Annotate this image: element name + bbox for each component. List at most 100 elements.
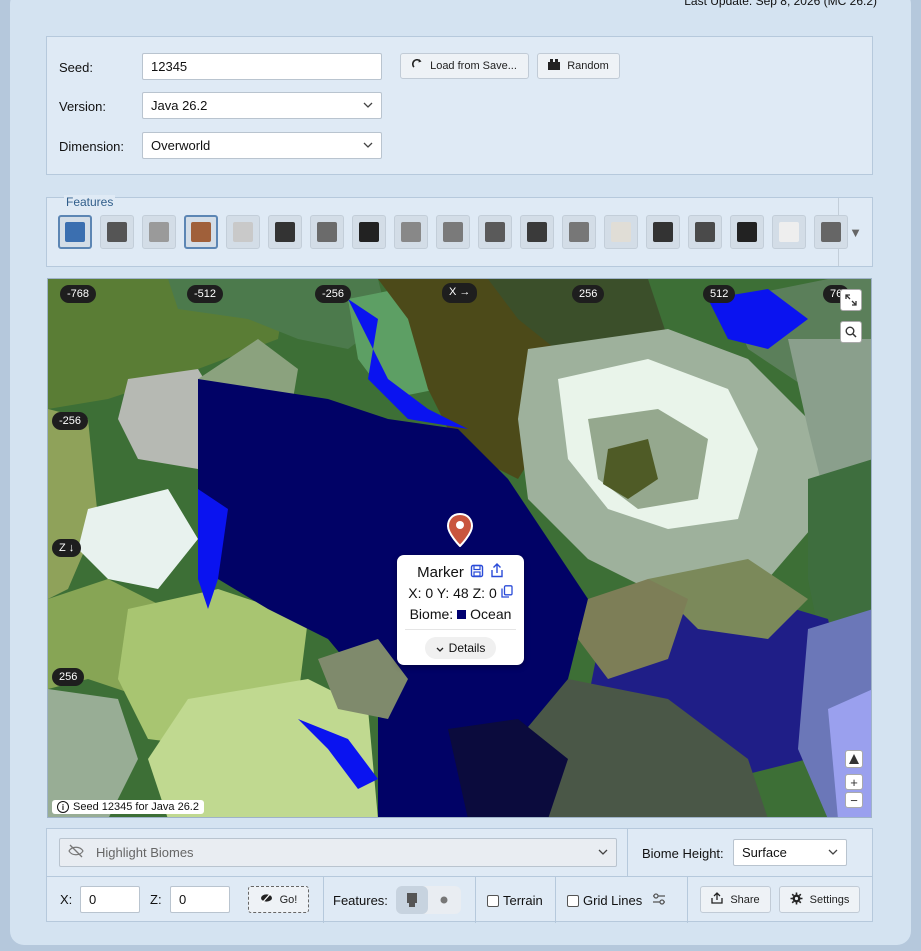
highlight-biomes-placeholder: Highlight Biomes [96, 845, 194, 860]
grid-lines-checkbox[interactable]: Grid Lines [567, 893, 666, 908]
gear-icon [790, 892, 803, 908]
biome-height-select[interactable]: Surface [733, 839, 847, 866]
load-from-save-button[interactable]: Load from Save... [400, 53, 529, 79]
version-label: Version: [59, 99, 106, 114]
popup-biome-label: Biome: [409, 606, 454, 622]
info-icon: i [57, 801, 69, 813]
vortex-feature-icon[interactable] [520, 215, 554, 249]
chevron-down-icon [363, 100, 373, 111]
popup-biome-value: Ocean [470, 606, 512, 622]
villager-feature-icon[interactable] [184, 215, 218, 249]
z-axis-label: Z ↓ [52, 539, 82, 557]
sliders-icon[interactable] [652, 893, 666, 908]
orb-feature-icon-glyph [779, 222, 799, 242]
ruin-feature-icon[interactable] [814, 215, 848, 249]
cobble-feature-icon[interactable] [562, 215, 596, 249]
map-marker-pin-icon[interactable] [446, 512, 474, 550]
x-tick-label: 512 [703, 285, 736, 303]
seed-label: Seed: [59, 60, 93, 75]
chevron-down-icon [363, 140, 373, 151]
chest-feature-icon[interactable] [688, 215, 722, 249]
rail-feature-icon[interactable] [478, 215, 512, 249]
fullscreen-icon[interactable] [840, 289, 862, 311]
seed-caption-text: Seed 12345 for Java 26.2 [73, 801, 199, 813]
zoom-out-button[interactable]: − [845, 792, 863, 808]
z-coordinate-label: Z: [150, 892, 162, 907]
features-display-toggle [396, 886, 461, 914]
monument-feature-icon-glyph [443, 222, 463, 242]
seed-input[interactable]: 12345 [142, 53, 382, 80]
orb-feature-icon[interactable] [772, 215, 806, 249]
ring-feature-icon-glyph [107, 222, 127, 242]
z-tick-label: 256 [52, 668, 85, 686]
biome-map[interactable]: -768 -512 -256 X → 256 512 76 -256 Z ↓ 2… [47, 278, 872, 818]
dimension-select[interactable]: Overworld [142, 132, 382, 159]
z-coordinate-input[interactable]: 0 [170, 886, 230, 913]
monument-feature-icon[interactable] [436, 215, 470, 249]
bottle-feature-icon[interactable] [226, 215, 260, 249]
temple-feature-icon[interactable] [352, 215, 386, 249]
fossil-feature-icon[interactable] [604, 215, 638, 249]
terrain-checkbox-box[interactable] [487, 894, 499, 907]
map-feature-icon[interactable] [58, 215, 92, 249]
outpost-feature-icon[interactable] [646, 215, 680, 249]
popup-biome-row: Biome: Ocean [397, 606, 524, 622]
north-arrow-icon[interactable] [845, 750, 863, 768]
igloo-feature-icon-glyph [401, 222, 421, 242]
grid-lines-checkbox-box[interactable] [567, 894, 579, 907]
search-icon[interactable] [840, 321, 862, 343]
features-label: Features [64, 195, 116, 209]
grid-feature-icon[interactable] [268, 215, 302, 249]
details-button[interactable]: Details [425, 637, 496, 659]
random-label: Random [567, 60, 609, 72]
feature-dots-option[interactable] [428, 886, 460, 914]
stone-feature-icon[interactable] [142, 215, 176, 249]
igloo-feature-icon[interactable] [394, 215, 428, 249]
ring-feature-icon[interactable] [100, 215, 134, 249]
load-from-save-label: Load from Save... [430, 60, 517, 72]
ruin-feature-icon-glyph [821, 222, 841, 242]
popup-divider [405, 629, 516, 630]
share-button[interactable]: Share [700, 886, 771, 913]
stone-feature-icon-glyph [149, 222, 169, 242]
dimension-value: Overworld [151, 138, 211, 153]
popup-title-row: Marker [397, 563, 524, 582]
go-button[interactable]: Go! [248, 886, 309, 913]
temple-feature-icon-glyph [359, 222, 379, 242]
share-label: Share [730, 893, 760, 906]
z-tick-label: -256 [52, 412, 89, 430]
features-panel: Features ▼ [46, 195, 873, 267]
zoom-in-button[interactable]: + [845, 774, 863, 790]
chevron-down-icon [828, 847, 838, 858]
copy-icon[interactable] [501, 585, 513, 601]
divider [627, 829, 628, 876]
settings-button[interactable]: Settings [779, 886, 860, 913]
map-feature-icon-glyph [65, 222, 85, 242]
share-icon[interactable] [490, 563, 504, 582]
x-tick-label: -512 [187, 285, 224, 303]
portal-feature-icon[interactable] [310, 215, 344, 249]
version-select[interactable]: Java 26.2 [142, 92, 382, 119]
x-coordinate-label: X: [60, 892, 73, 907]
bottle-feature-icon-glyph [233, 222, 253, 242]
biome-height-value: Surface [742, 845, 787, 860]
portal-feature-icon-glyph [317, 222, 337, 242]
anchor-icon[interactable] [730, 215, 764, 249]
eye-slash-icon [260, 892, 273, 907]
hidden-eye-icon [68, 844, 84, 861]
settings-label: Settings [809, 893, 850, 906]
bottom-controls: Highlight Biomes Biome Height: Surface X… [46, 828, 873, 923]
outpost-feature-icon-glyph [653, 222, 673, 242]
save-icon[interactable] [470, 564, 484, 582]
highlight-biomes-select[interactable]: Highlight Biomes [59, 838, 617, 867]
highlight-biomes-field: Highlight Biomes [68, 844, 194, 861]
x-tick-label: -256 [315, 285, 352, 303]
rotate-arrow-icon [412, 58, 423, 73]
feature-icons-option[interactable] [396, 886, 428, 914]
random-button[interactable]: Random [537, 53, 620, 79]
upload-icon [711, 892, 723, 907]
x-coordinate-input[interactable]: 0 [80, 886, 140, 913]
grid-lines-label: Grid Lines [583, 893, 643, 908]
fossil-feature-icon-glyph [611, 222, 631, 242]
terrain-checkbox[interactable]: Terrain [487, 893, 543, 908]
